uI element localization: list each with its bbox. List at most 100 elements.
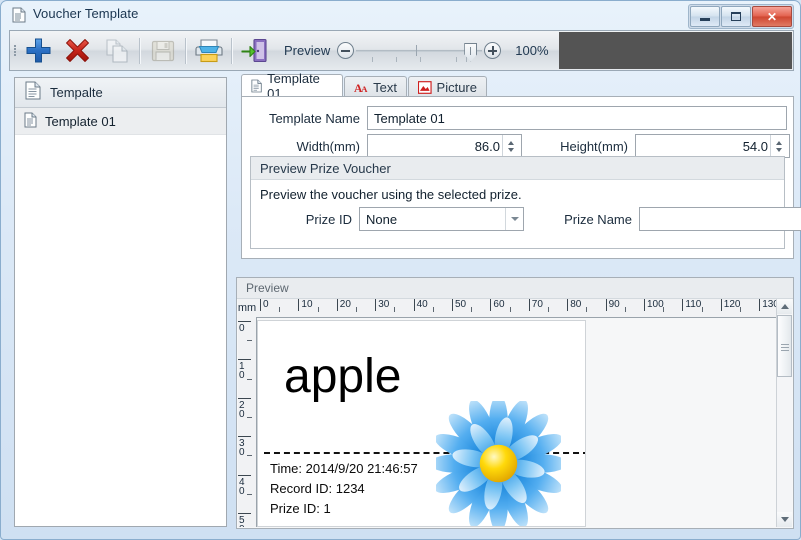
tab-document-icon xyxy=(251,79,262,93)
toolbar-filler-area xyxy=(559,32,793,69)
toolbar-grip[interactable] xyxy=(10,31,19,70)
template-name-input[interactable]: Template 01 xyxy=(367,106,787,130)
ruler-major-tick xyxy=(238,321,251,322)
ruler-tick-label: 0 xyxy=(239,324,248,333)
scrollbar-thumb[interactable] xyxy=(777,315,792,377)
floppy-disk-icon xyxy=(150,38,176,64)
zoom-percent-label: 100% xyxy=(515,43,548,58)
prize-id-value: None xyxy=(366,212,397,227)
preview-panel: Preview mm 01020304050607080901001101201… xyxy=(236,277,794,529)
ruler-major-tick xyxy=(375,299,376,311)
tree-root-node[interactable]: Tempalte xyxy=(15,78,226,108)
text-aa-icon: A A xyxy=(354,81,368,94)
voucher-title: apple xyxy=(284,353,401,401)
tree-item-template-01[interactable]: Template 01 xyxy=(15,108,226,135)
ruler-major-tick xyxy=(490,299,491,311)
tree-item-label: Template 01 xyxy=(45,114,116,129)
ruler-tick-label: 30 xyxy=(378,300,389,310)
save-template-button[interactable] xyxy=(143,31,182,70)
ruler-tick-label: 120 xyxy=(724,300,741,310)
height-input[interactable]: 54.0 xyxy=(635,134,790,158)
copy-pages-icon xyxy=(104,38,130,64)
ruler-minor-tick xyxy=(247,417,252,418)
toolbar-separator xyxy=(231,38,232,64)
minimize-button[interactable] xyxy=(690,6,720,27)
ruler-major-tick xyxy=(606,299,607,311)
prize-id-select[interactable]: None xyxy=(359,207,524,231)
ruler-major-tick xyxy=(529,299,530,311)
ruler-tick-label: 130 xyxy=(762,300,777,310)
ruler-major-tick xyxy=(238,398,251,399)
ruler-minor-tick xyxy=(663,307,664,312)
ruler-minor-tick xyxy=(247,455,252,456)
ruler-minor-tick xyxy=(356,307,357,312)
ruler-minor-tick xyxy=(247,379,252,380)
ruler-minor-tick xyxy=(740,307,741,312)
preview-canvas[interactable]: apple Time: 2014/9/20 21:46:57 Record ID… xyxy=(257,318,776,527)
preview-vertical-scrollbar[interactable] xyxy=(776,299,792,527)
maximize-button[interactable] xyxy=(721,6,751,27)
window-title: Voucher Template xyxy=(33,6,138,21)
height-label: Height(mm) xyxy=(546,139,628,154)
ruler-major-tick xyxy=(567,299,568,311)
prize-name-input[interactable] xyxy=(639,207,801,231)
prize-id-label: Prize ID xyxy=(260,212,352,227)
tab-picture[interactable]: Picture xyxy=(408,76,487,97)
window-document-icon xyxy=(12,7,26,23)
height-value: 54.0 xyxy=(743,139,768,154)
close-button[interactable]: ✕ xyxy=(752,6,792,27)
copy-template-button[interactable] xyxy=(97,31,136,70)
zoom-out-icon[interactable] xyxy=(337,42,354,59)
ruler-major-tick xyxy=(238,436,251,437)
ruler-major-tick xyxy=(238,359,251,360)
zoom-control xyxy=(337,31,501,70)
voucher-line-time: Time: 2014/9/20 21:46:57 xyxy=(270,461,418,476)
picture-icon xyxy=(418,81,432,94)
prize-name-label: Prize Name xyxy=(548,212,632,227)
ruler-tick-label: 70 xyxy=(532,300,543,310)
ruler-tick-label: 80 xyxy=(570,300,581,310)
group-title: Preview Prize Voucher xyxy=(251,157,784,180)
ruler-tick-label: 10 xyxy=(301,300,312,310)
tree-root-label: Tempalte xyxy=(50,85,103,100)
ruler-major-tick xyxy=(721,299,722,311)
exit-door-icon xyxy=(241,37,269,64)
svg-text:A: A xyxy=(361,83,368,93)
ruler-minor-tick xyxy=(471,307,472,312)
ruler-minor-tick xyxy=(548,307,549,312)
delete-template-button[interactable] xyxy=(58,31,97,70)
tab-label: Text xyxy=(373,80,397,95)
zoom-in-icon[interactable] xyxy=(484,42,501,59)
width-input[interactable]: 86.0 xyxy=(367,134,522,158)
toolbar-preview-label: Preview xyxy=(284,43,330,58)
exit-button[interactable] xyxy=(235,31,274,70)
ruler-major-tick xyxy=(759,299,760,311)
voucher-line-record-id: Record ID: 1234 xyxy=(270,481,365,496)
voucher-template-window: Voucher Template ✕ xyxy=(0,0,801,540)
title-bar: Voucher Template ✕ xyxy=(1,1,800,29)
chevron-down-icon xyxy=(505,208,523,230)
scroll-up-arrow-icon[interactable] xyxy=(777,299,792,314)
voucher-preview[interactable]: apple Time: 2014/9/20 21:46:57 Record ID… xyxy=(257,320,586,527)
tree-item-document-icon xyxy=(24,112,37,131)
add-template-button[interactable] xyxy=(19,31,58,70)
print-button[interactable] xyxy=(189,31,228,70)
vertical-ruler: 01020304050 xyxy=(238,317,257,527)
preview-panel-header: Preview xyxy=(237,278,793,299)
ruler-minor-tick xyxy=(318,307,319,312)
red-x-icon xyxy=(64,37,91,64)
ruler-minor-tick xyxy=(702,307,703,312)
ruler-minor-tick xyxy=(394,307,395,312)
ruler-unit-label: mm xyxy=(238,299,257,318)
scroll-down-arrow-icon[interactable] xyxy=(777,512,792,527)
tab-label: Picture xyxy=(437,80,477,95)
template-tree-panel: Tempalte Template 01 xyxy=(14,77,227,527)
tab-text[interactable]: A A Text xyxy=(344,76,407,97)
ruler-tick-label: 90 xyxy=(609,300,620,310)
height-spinner[interactable] xyxy=(770,135,786,157)
zoom-slider[interactable] xyxy=(356,38,482,64)
width-spinner[interactable] xyxy=(502,135,518,157)
tab-template-01[interactable]: Template 01 xyxy=(241,74,343,97)
ruler-minor-tick xyxy=(433,307,434,312)
ruler-minor-tick xyxy=(586,307,587,312)
